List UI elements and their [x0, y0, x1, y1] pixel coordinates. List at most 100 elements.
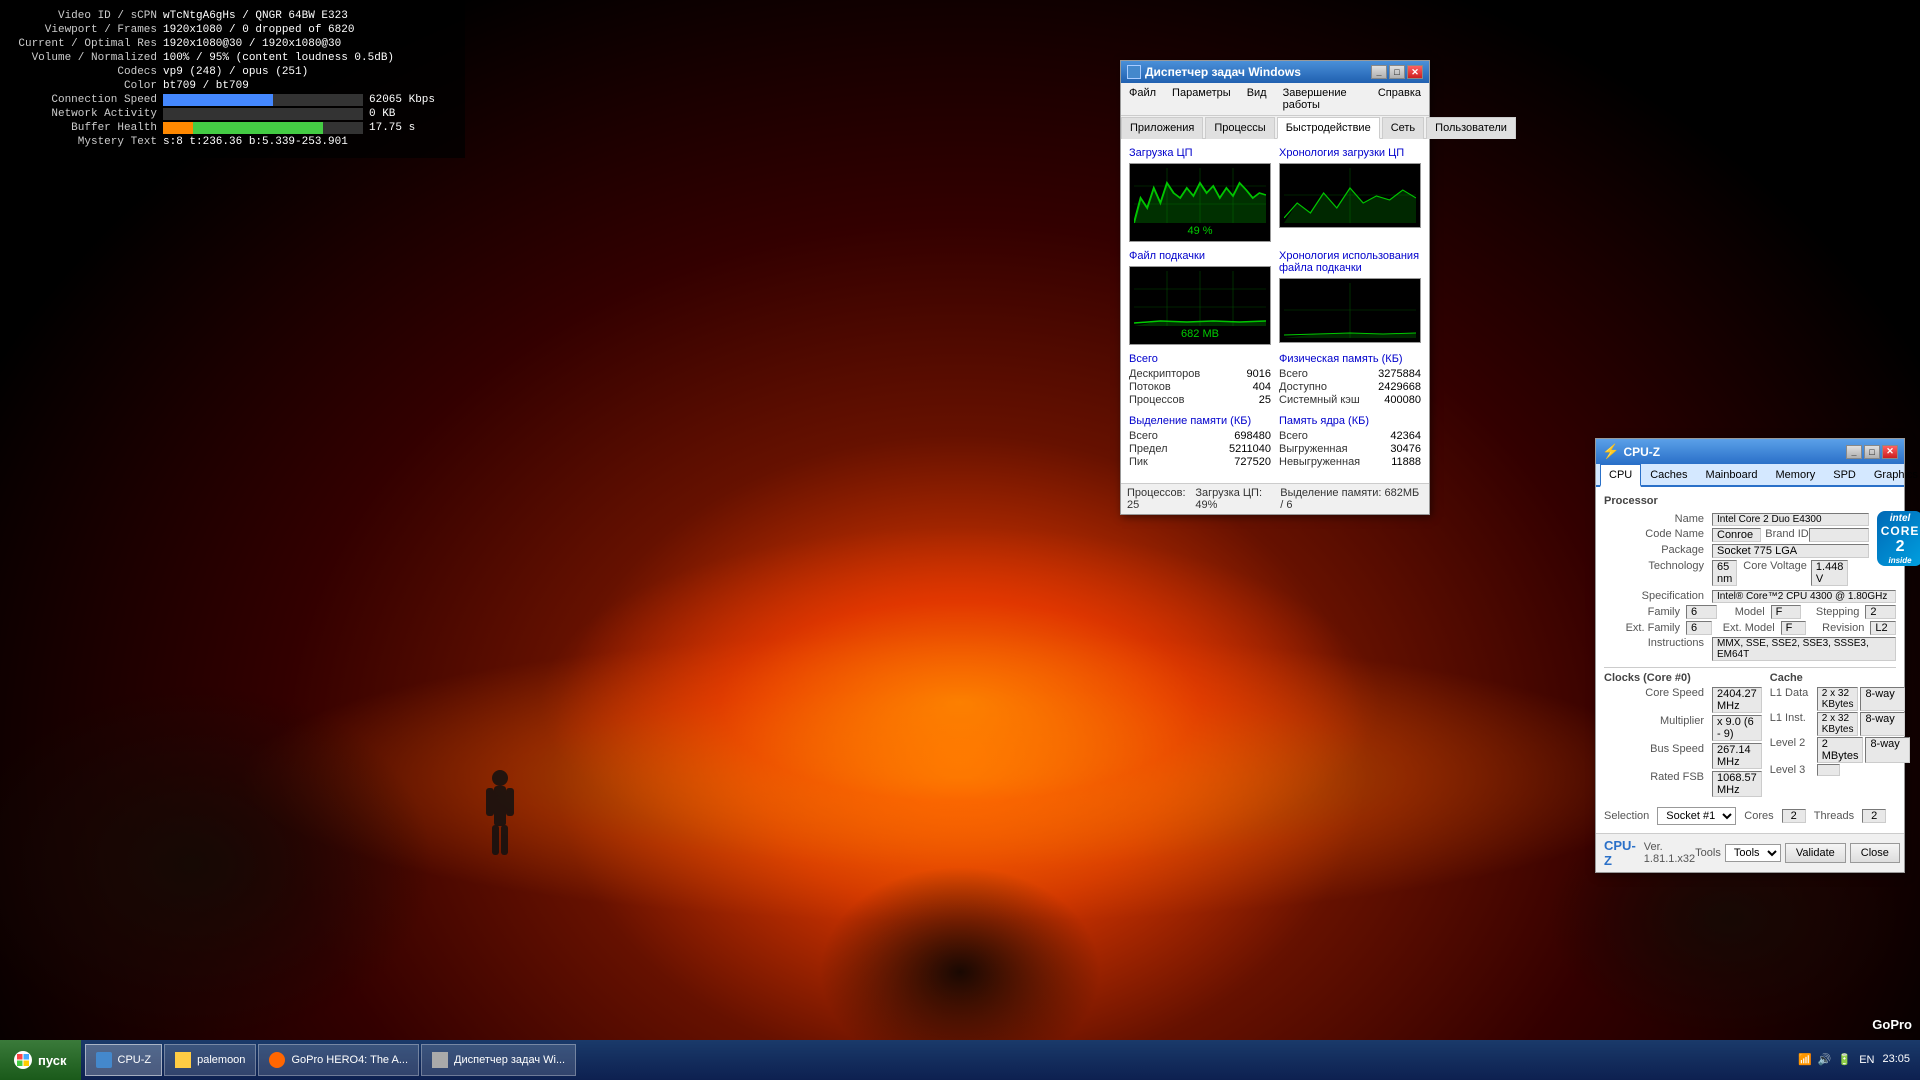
cpuz-spec-row: Specification Intel® Core™2 CPU 4300 @ 1…: [1604, 590, 1896, 603]
cpuz-level2-assoc: 8-way: [1865, 737, 1910, 763]
vi-label-id: Video ID / sCPN: [12, 10, 157, 22]
cpuz-minimize-button[interactable]: _: [1846, 445, 1862, 459]
cpuz-model-label: Model: [1719, 606, 1769, 618]
cpuz-tab-mainboard[interactable]: Mainboard: [1697, 464, 1767, 487]
cpuz-tab-spd[interactable]: SPD: [1824, 464, 1865, 487]
tm-phys-total-label: Всего: [1279, 368, 1308, 380]
tm-menu-view[interactable]: Вид: [1243, 85, 1271, 113]
cpuz-revision-value: L2: [1870, 621, 1896, 635]
cpuz-tab-memory[interactable]: Memory: [1767, 464, 1825, 487]
cpuz-l1inst-row: L1 Inst. 2 x 32 KBytes 8-way: [1770, 712, 1913, 736]
cpuz-tab-cpu[interactable]: CPU: [1600, 464, 1641, 487]
tm-graphs-grid: Загрузка ЦП 4: [1129, 147, 1421, 345]
tm-tab-processes[interactable]: Процессы: [1205, 117, 1274, 139]
tm-minimize-button[interactable]: _: [1371, 65, 1387, 79]
tm-total-title: Всего: [1129, 353, 1271, 365]
taskbar-item-taskmgr-label: Диспетчер задач Wi...: [454, 1054, 565, 1066]
cpuz-family-label: Family: [1604, 606, 1684, 618]
tm-kernel-paged-value: 30476: [1390, 443, 1421, 455]
tm-menu-file[interactable]: Файл: [1125, 85, 1160, 113]
cpuz-extmodel-label: Ext. Model: [1714, 622, 1779, 634]
cpuz-multiplier-label: Multiplier: [1604, 715, 1704, 741]
tm-kernel-total-value: 42364: [1390, 430, 1421, 442]
tm-processes-value: 25: [1259, 394, 1271, 406]
buffer-bar: [163, 122, 363, 134]
taskbar-clock: 23:05: [1882, 1052, 1910, 1067]
tm-commit-total-label: Всего: [1129, 430, 1158, 442]
cpuz-ratedfsb-row: Rated FSB 1068.57 MHz: [1604, 771, 1762, 797]
network-tray-icon: 📶: [1798, 1053, 1812, 1066]
tm-pf-title: Файл подкачки: [1129, 250, 1271, 262]
volume-tray-icon: 🔊: [1818, 1053, 1832, 1066]
cpuz-close-button[interactable]: ✕: [1882, 445, 1898, 459]
tm-menu-shutdown[interactable]: Завершение работы: [1279, 85, 1366, 113]
tm-window-buttons[interactable]: _ □ ✕: [1371, 65, 1423, 79]
cpuz-name-row: Name Intel Core 2 Duo E4300: [1604, 513, 1869, 526]
cpuz-busspeed-value: 267.14 MHz: [1712, 743, 1762, 769]
taskbar-item-gopro[interactable]: GoPro HERO4: The A...: [258, 1044, 419, 1076]
tm-cpu-percent: 49 %: [1134, 225, 1266, 237]
start-button[interactable]: пуск: [0, 1040, 81, 1080]
tm-menu-params[interactable]: Параметры: [1168, 85, 1235, 113]
cpuz-maximize-button[interactable]: □: [1864, 445, 1880, 459]
tm-commit-limit-label: Предел: [1129, 443, 1168, 455]
cpuz-close-button-footer[interactable]: Close: [1850, 843, 1900, 863]
tm-tab-apps[interactable]: Приложения: [1121, 117, 1203, 139]
cpuz-busspeed-label: Bus Speed: [1604, 743, 1704, 769]
taskbar-item-palemoon[interactable]: palemoon: [164, 1044, 256, 1076]
gopro-watermark: GoPro: [1872, 1017, 1912, 1032]
tm-commit-total-value: 698480: [1234, 430, 1271, 442]
tm-phys-avail-label: Доступно: [1279, 381, 1327, 393]
cpuz-l1d-label: L1 Data: [1770, 687, 1815, 711]
tm-footer-cpu: Загрузка ЦП: 49%: [1195, 487, 1280, 511]
cpuz-corespeed-value: 2404.27 MHz: [1712, 687, 1762, 713]
connection-bar: [163, 94, 363, 106]
person-silhouette: [480, 770, 520, 860]
cpuz-validate-button[interactable]: Validate: [1785, 843, 1846, 863]
taskbar-item-gopro-label: GoPro HERO4: The A...: [291, 1054, 408, 1066]
tm-maximize-button[interactable]: □: [1389, 65, 1405, 79]
cpuz-footer-right: Tools Tools Validate Close: [1695, 843, 1900, 863]
task-manager-footer: Процессов: 25 Загрузка ЦП: 49% Выделение…: [1121, 483, 1429, 514]
vi-label-res: Current / Optimal Res: [12, 38, 157, 50]
cpuz-ratedfsb-label: Rated FSB: [1604, 771, 1704, 797]
cpuz-tab-graphics[interactable]: Graphics: [1865, 464, 1920, 487]
vi-label-vp: Viewport / Frames: [12, 24, 157, 36]
cpuz-busspeed-row: Bus Speed 267.14 MHz: [1604, 743, 1762, 769]
tm-processes-label: Процессов: [1129, 394, 1185, 406]
vi-label-conn: Connection Speed: [12, 94, 157, 106]
cpuz-instructions-value: MMX, SSE, SSE2, SSE3, SSSE3, EM64T: [1712, 637, 1896, 661]
tm-tab-network[interactable]: Сеть: [1382, 117, 1424, 139]
cpuz-extfamily-value: 6: [1686, 621, 1712, 635]
cpuz-l1d-assoc: 8-way: [1860, 687, 1905, 711]
taskbar-item-taskmgr[interactable]: Диспетчер задач Wi...: [421, 1044, 576, 1076]
tm-tab-users[interactable]: Пользователи: [1426, 117, 1516, 139]
cpuz-codename-row: Code Name Conroe Brand ID: [1604, 528, 1869, 542]
cpuz-selection-dropdown[interactable]: Socket #1: [1657, 807, 1736, 825]
tm-phys-title: Физическая память (КБ): [1279, 353, 1421, 365]
tm-stat-total: Всего Дескрипторов 9016 Потоков 404 Проц…: [1129, 353, 1271, 407]
cpuz-corespeed-row: Core Speed 2404.27 MHz: [1604, 687, 1762, 713]
vi-value-res: 1920x1080@30 / 1920x1080@30: [163, 38, 453, 50]
vi-label-mystery: Mystery Text: [12, 136, 157, 148]
tm-menu-help[interactable]: Справка: [1374, 85, 1425, 113]
cpuz-window-buttons[interactable]: _ □ ✕: [1846, 445, 1898, 459]
cpuz-level2-row: Level 2 2 MBytes 8-way: [1770, 737, 1913, 763]
cpuz-divider: [1604, 667, 1896, 668]
intel-logo-line2: CORE: [1881, 524, 1920, 538]
cpuz-tools-dropdown[interactable]: Tools: [1725, 844, 1781, 862]
cpuz-level2-value: 2 MBytes: [1817, 737, 1864, 763]
cpuz-tab-caches[interactable]: Caches: [1641, 464, 1696, 487]
cpuz-threads-value: 2: [1862, 809, 1886, 823]
cpuz-multiplier-value: x 9.0 (6 - 9): [1712, 715, 1762, 741]
tm-app-icon: [1127, 65, 1141, 79]
tm-commit-title: Выделение памяти (КБ): [1129, 415, 1271, 427]
taskbar-item-cpuz-label: CPU-Z: [118, 1054, 152, 1066]
taskbar-item-cpuz[interactable]: CPU-Z: [85, 1044, 163, 1076]
cpuz-fms-row: Family 6 Model F Stepping 2: [1604, 605, 1896, 619]
cpuz-clocks-section: Clocks (Core #0) Core Speed 2404.27 MHz …: [1604, 672, 1762, 799]
cpuz-package-label: Package: [1604, 544, 1704, 558]
tm-close-button[interactable]: ✕: [1407, 65, 1423, 79]
tm-stat-kernel: Память ядра (КБ) Всего 42364 Выгруженная…: [1279, 415, 1421, 469]
tm-tab-performance[interactable]: Быстродействие: [1277, 117, 1380, 139]
